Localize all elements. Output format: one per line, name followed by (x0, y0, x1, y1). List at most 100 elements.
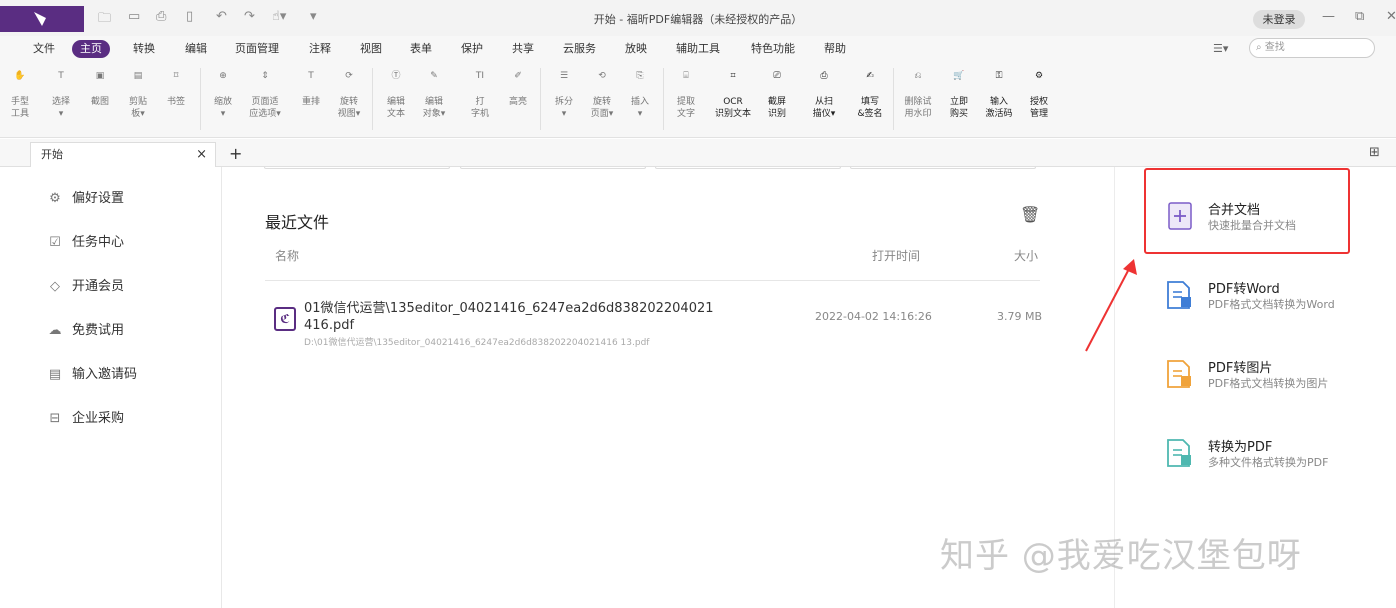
sidebar-item-preferences[interactable]: ⚙ 偏好设置 (46, 187, 124, 206)
license-manage-button[interactable]: ⚙ 授权 管理 (1019, 70, 1059, 120)
ribbon-divider (663, 68, 664, 130)
document-tab-bar: 开始 × (0, 139, 1396, 167)
menu-cloud[interactable]: 云服务 (563, 40, 596, 58)
ocr-button[interactable]: ⌗ OCR 识别文本 (710, 70, 756, 120)
fit-page-button[interactable]: ⇕ 页面适 应选项▾ (245, 70, 285, 120)
hand-tool-button[interactable]: ✋ 手型 工具 (0, 70, 40, 120)
file-open-time: 2022-04-02 14:16:26 (815, 310, 932, 323)
rotate-icon: ⟳ (345, 71, 353, 81)
bookmark-icon: ⌑ (173, 71, 179, 81)
column-open-time[interactable]: 打开时间 (872, 247, 920, 264)
ribbon-divider (372, 68, 373, 130)
split-button[interactable]: ☰ 拆分 ▾ (544, 70, 584, 120)
ribbon-divider (893, 68, 894, 130)
fill-sign-button[interactable]: ✍ 填写 &签名 (850, 70, 890, 120)
reflow-button[interactable]: T 重排 (291, 70, 331, 108)
sidebar-item-tasks[interactable]: ☑ 任务中心 (46, 231, 124, 250)
new-tab-button[interactable]: + (229, 144, 242, 163)
tab-start[interactable]: 开始 × (30, 142, 216, 167)
edit-text-button[interactable]: Ⓣ 编辑 文本 (376, 70, 416, 120)
red-arrow-annotation (1085, 259, 1137, 352)
menu-protect[interactable]: 保护 (461, 40, 483, 58)
sidebar-item-membership[interactable]: ◇ 开通会员 (46, 275, 124, 294)
menu-share[interactable]: 共享 (512, 40, 534, 58)
column-name[interactable]: 名称 (275, 247, 299, 264)
login-button[interactable]: 未登录 (1253, 10, 1305, 29)
column-size[interactable]: 大小 (1014, 247, 1038, 264)
menu-accessibility[interactable]: 辅助工具 (676, 40, 720, 58)
watermark-icon: ⎌ (914, 71, 922, 81)
reflow-icon: T (308, 71, 314, 81)
screen-recognize-button[interactable]: ⎚ 截屏 识别 (757, 70, 797, 120)
quick-card-edge (264, 167, 450, 169)
minimize-icon[interactable]: — (1322, 9, 1335, 24)
pdf-to-word-icon (1167, 281, 1191, 309)
screenshot-button[interactable]: ▣ 截图 (80, 70, 120, 108)
clipboard-button[interactable]: ▤ 剪贴 板▾ (118, 70, 158, 120)
menu-home[interactable]: 主页 (72, 40, 110, 58)
scan-button[interactable]: ⎙ 从扫 描仪▾ (804, 70, 844, 120)
highlight-button[interactable]: ✐ 高亮 (498, 70, 538, 108)
extract-text-icon: ⌸ (683, 71, 689, 81)
ribbon-toolbar: ✋ 手型 工具 T 选择 ▾ ▣ 截图 ▤ 剪贴 板▾ ⌑ 书签 ⊕ 缩放 ▾ ⇕ 页面适 应选项▾ T… (0, 62, 1396, 138)
ocr-icon: ⌗ (730, 71, 736, 81)
menu-convert[interactable]: 转换 (133, 40, 155, 58)
highlighter-icon: ✐ (514, 71, 522, 81)
window-title: 开始 - 福昕PDF编辑器（未经授权的产品） (593, 13, 803, 26)
zoom-icon: ⊕ (219, 71, 227, 81)
pdf-file-icon: ℭ (274, 307, 296, 331)
close-icon[interactable]: ✕ (1386, 9, 1396, 24)
title-bar: 🗀 ▭ ⎙ ▯ ↶ ↷ ☝▾ ▾ 开始 - 福昕PDF编辑器（未经授权的产品） … (0, 0, 1396, 36)
rotate-page-button[interactable]: ⟲ 旋转 页面▾ (582, 70, 622, 120)
image-icon: ▣ (95, 71, 105, 81)
menu-view[interactable]: 视图 (360, 40, 382, 58)
insert-button[interactable]: ⎘ 插入 ▾ (620, 70, 660, 120)
trash-icon[interactable]: 🗑 (1020, 205, 1040, 224)
menu-slideshow[interactable]: 放映 (625, 40, 647, 58)
buy-now-button[interactable]: 🛒 立即 购买 (939, 70, 979, 120)
remove-watermark-button[interactable]: ⎌ 删除试 用水印 (898, 70, 938, 120)
recent-files-title: 最近文件 (265, 213, 330, 232)
zoom-button[interactable]: ⊕ 缩放 ▾ (203, 70, 243, 120)
ticket-icon: ▤ (48, 367, 62, 382)
scanner-icon: ⎙ (820, 71, 828, 81)
rotate-view-button[interactable]: ⟳ 旋转 视图▾ (329, 70, 369, 120)
menu-file[interactable]: 文件 (33, 40, 55, 58)
select-button[interactable]: T 选择 ▾ (41, 70, 81, 120)
cart-icon: 🛒 (953, 71, 965, 81)
insert-page-icon: ⎘ (636, 71, 644, 81)
typewriter-button[interactable]: TI 打字机 (460, 70, 500, 120)
activation-code-button[interactable]: ⚿ 输入 激活码 (979, 70, 1019, 120)
sidebar-item-invite-code[interactable]: ▤ 输入邀请码 (46, 363, 137, 382)
sidebar-item-enterprise[interactable]: ⊟ 企业采购 (46, 407, 124, 426)
restore-icon[interactable]: ⧉ (1355, 9, 1364, 24)
tab-close-icon[interactable]: × (196, 143, 207, 167)
key-icon: ⚿ (995, 71, 1003, 81)
search-input[interactable]: ⌕ 查找 (1249, 38, 1375, 58)
menu-features[interactable]: 特色功能 (751, 40, 795, 58)
layout-toggle-icon[interactable]: ☰▾ (1213, 40, 1228, 58)
bookmark-button[interactable]: ⌑ 书签 (156, 70, 196, 108)
edit-object-button[interactable]: ✎ 编辑 对象▾ (414, 70, 454, 120)
task-icon: ☑ (49, 235, 61, 250)
sidebar-item-trial[interactable]: ☁ 免费试用 (46, 319, 125, 338)
rotate-page-icon: ⟲ (598, 71, 606, 81)
menu-page-manage[interactable]: 页面管理 (235, 40, 279, 58)
screen-ocr-icon: ⎚ (773, 71, 781, 81)
quick-card-edge (850, 167, 1036, 169)
file-path: D:\01微信代运营\135editor_04021416_6247ea2d6d… (304, 338, 650, 348)
gear-icon: ⚙ (49, 191, 61, 206)
menu-comment[interactable]: 注释 (309, 40, 331, 58)
sign-icon: ✍ (866, 71, 874, 81)
grid-view-icon[interactable]: ⊞ (1369, 145, 1380, 160)
file-name: 01微信代运营\135editor_04021416_6247ea2d6d838… (304, 301, 714, 333)
select-text-icon: T (58, 71, 64, 81)
menu-edit[interactable]: 编辑 (185, 40, 207, 58)
clipboard-icon: ▤ (133, 71, 143, 81)
watermark-text: 知乎 @我爱吃汉堡包呀 (940, 536, 1302, 576)
menu-help[interactable]: 帮助 (824, 40, 846, 58)
menu-form[interactable]: 表单 (410, 40, 432, 58)
quick-card-edge (460, 167, 646, 169)
cart-icon: ⊟ (49, 411, 61, 426)
extract-text-button[interactable]: ⌸ 提取 文字 (666, 70, 706, 120)
